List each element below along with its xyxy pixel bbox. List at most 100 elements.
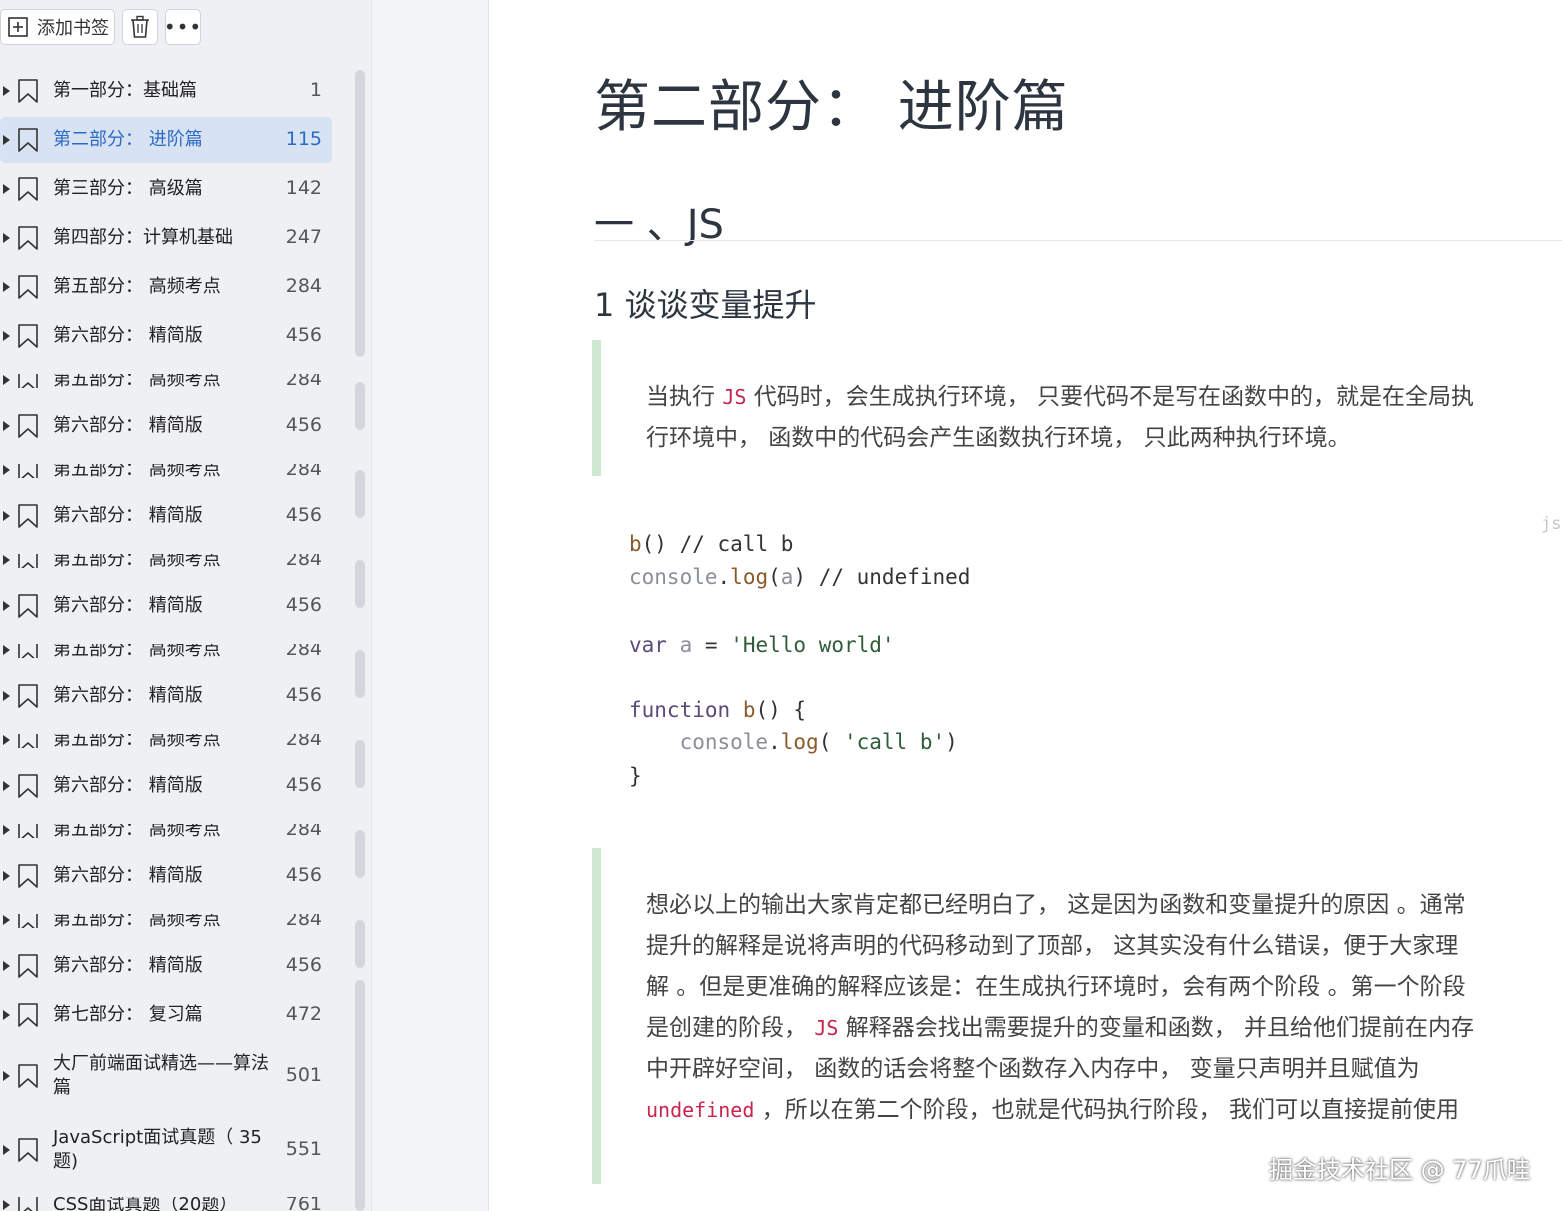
code-line: function b() {: [629, 698, 806, 722]
bookmark-item[interactable]: 第六部分： 精简版 456: [0, 853, 332, 899]
expand-arrow-icon[interactable]: [3, 735, 10, 745]
bookmark-item[interactable]: CSS面试真题（20题） 761: [0, 1197, 332, 1211]
bookmark-page-number: 1: [309, 79, 322, 101]
bookmark-item[interactable]: 第五部分： 高频考点 284: [0, 734, 332, 748]
expand-arrow-icon[interactable]: [3, 331, 10, 341]
bookmark-item[interactable]: 第四部分：计算机基础 247: [0, 215, 332, 261]
code-token: ): [945, 730, 958, 754]
bookmark-icon: [17, 644, 39, 658]
bookmark-icon: [17, 554, 39, 568]
bookmark-item[interactable]: 第五部分： 高频考点 284: [0, 914, 332, 928]
bookmark-label: 第三部分： 高级篇: [53, 178, 203, 199]
scrollbar-thumb-segment[interactable]: [355, 920, 365, 968]
expand-arrow-icon[interactable]: [3, 691, 10, 701]
bookmark-item[interactable]: 第五部分： 高频考点 284: [0, 824, 332, 838]
code-token: (: [818, 730, 844, 754]
code-token: // call b: [679, 532, 794, 556]
expand-arrow-icon[interactable]: [3, 1010, 10, 1020]
bookmark-page-number: 284: [285, 734, 322, 748]
bookmark-item[interactable]: 第三部分： 高级篇 142: [0, 166, 332, 212]
code-token: a: [679, 633, 693, 657]
bookmark-item[interactable]: 第六部分： 精简版 456: [0, 493, 332, 539]
scrollbar-thumb-segment[interactable]: [355, 830, 365, 878]
bookmark-page-number: 115: [285, 128, 322, 150]
bookmark-item[interactable]: 第六部分： 精简版 456: [0, 403, 332, 449]
code-token: console: [679, 730, 769, 754]
add-bookmark-icon: [7, 16, 29, 38]
bookmark-item[interactable]: 第五部分： 高频考点 284: [0, 464, 332, 478]
expand-arrow-icon[interactable]: [3, 184, 10, 194]
bookmark-label: 大厂前端面试精选——算法篇: [53, 1053, 269, 1098]
sidebar-scrollbar[interactable]: [355, 70, 365, 1211]
expand-arrow-icon[interactable]: [3, 555, 10, 565]
expand-arrow-icon[interactable]: [3, 601, 10, 611]
bookmark-item[interactable]: 第六部分： 精简版 456: [0, 583, 332, 629]
bookmark-label: 第五部分： 高频考点: [53, 644, 221, 658]
expand-arrow-icon[interactable]: [3, 511, 10, 521]
code-token: function: [629, 698, 731, 722]
bookmark-item[interactable]: 大厂前端面试精选——算法篇 501: [0, 1046, 332, 1106]
bookmark-item[interactable]: 第五部分： 高频考点 284: [0, 264, 332, 310]
bookmark-item[interactable]: 第一部分：基础篇 1: [0, 68, 332, 114]
panel-divider[interactable]: [371, 0, 489, 1211]
expand-arrow-icon[interactable]: [3, 825, 10, 835]
delete-bookmark-button[interactable]: [122, 9, 158, 45]
scrollbar-thumb-segment[interactable]: [355, 470, 365, 518]
bookmark-icon: [17, 1197, 39, 1211]
scrollbar-thumb-segment[interactable]: [355, 70, 365, 357]
bookmark-label: 第六部分： 精简版: [53, 685, 203, 706]
expand-arrow-icon[interactable]: [3, 282, 10, 292]
code-token: () {: [755, 698, 807, 722]
bookmark-label: 第六部分： 精简版: [53, 955, 203, 976]
bookmark-item[interactable]: 第五部分： 高频考点 284: [0, 374, 332, 388]
expand-arrow-icon[interactable]: [3, 135, 10, 145]
expand-arrow-icon[interactable]: [3, 421, 10, 431]
bookmark-item[interactable]: 第五部分： 高频考点 284: [0, 554, 332, 568]
bookmark-page-number: 284: [285, 644, 322, 658]
bookmark-item[interactable]: 第六部分： 精简版 456: [0, 313, 332, 359]
inline-code: JS: [814, 1016, 839, 1040]
expand-arrow-icon[interactable]: [3, 1200, 10, 1210]
expand-arrow-icon[interactable]: [3, 871, 10, 881]
bookmark-item[interactable]: JavaScript面试真题（ 35 题) 551: [0, 1120, 332, 1180]
bookmark-item[interactable]: 第六部分： 精简版 456: [0, 673, 332, 719]
bookmark-label: 第五部分： 高频考点: [53, 374, 221, 388]
bookmark-item[interactable]: 第七部分： 复习篇 472: [0, 992, 332, 1038]
expand-arrow-icon[interactable]: [3, 781, 10, 791]
code-token: .: [717, 565, 731, 589]
inline-code: JS: [722, 385, 747, 409]
scrollbar-thumb-segment[interactable]: [355, 382, 365, 430]
bookmark-item[interactable]: 第五部分： 高频考点 284: [0, 644, 332, 658]
bookmark-label: CSS面试真题（20题）: [53, 1197, 238, 1211]
expand-arrow-icon[interactable]: [3, 86, 10, 96]
expand-arrow-icon[interactable]: [3, 465, 10, 475]
bookmark-icon: [17, 734, 39, 748]
expand-arrow-icon[interactable]: [3, 961, 10, 971]
bookmark-label: 第五部分： 高频考点: [53, 276, 221, 297]
expand-arrow-icon[interactable]: [3, 1145, 10, 1155]
bookmark-icon: [17, 864, 39, 892]
code-token: (: [768, 565, 781, 589]
bookmark-page-number: 456: [285, 774, 322, 796]
expand-arrow-icon[interactable]: [3, 915, 10, 925]
bookmark-icon: [17, 324, 39, 352]
trash-icon: [129, 15, 151, 39]
text-span: 代码时，会生成执行环境， 只要代码不是写在函数中的，就是在全局执行环境中， 函数…: [646, 384, 1475, 451]
bookmark-item[interactable]: 第二部分： 进阶篇 115: [0, 117, 332, 163]
bookmark-item[interactable]: 第六部分： 精简版 456: [0, 763, 332, 809]
add-bookmark-button[interactable]: 添加书签: [0, 9, 115, 45]
expand-arrow-icon[interactable]: [3, 1071, 10, 1081]
scrollbar-thumb-segment[interactable]: [355, 560, 365, 608]
scrollbar-thumb-segment[interactable]: [355, 650, 365, 698]
expand-arrow-icon[interactable]: [3, 233, 10, 243]
subsection-heading: 1 谈谈变量提升: [594, 286, 817, 324]
bookmark-item[interactable]: 第六部分： 精简版 456: [0, 943, 332, 989]
add-bookmark-label: 添加书签: [37, 18, 109, 39]
expand-arrow-icon[interactable]: [3, 645, 10, 655]
scrollbar-thumb-segment[interactable]: [355, 980, 365, 1211]
scrollbar-thumb-segment[interactable]: [355, 740, 365, 788]
more-options-button[interactable]: •••: [164, 9, 201, 45]
bookmark-label: 第六部分： 精简版: [53, 865, 203, 886]
expand-arrow-icon[interactable]: [3, 375, 10, 385]
bookmark-page-number: 456: [285, 954, 322, 976]
